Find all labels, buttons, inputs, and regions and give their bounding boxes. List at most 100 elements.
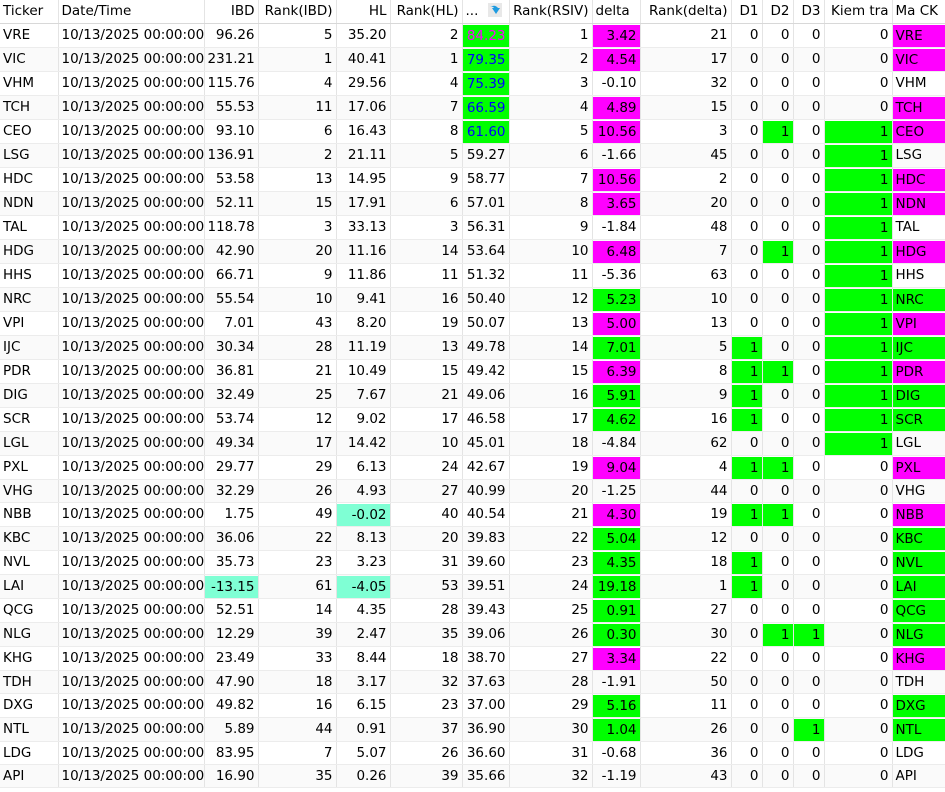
d3-cell[interactable]: 0 — [793, 383, 825, 408]
rank-ibd-cell[interactable]: 12 — [258, 407, 337, 432]
hl-cell[interactable]: 16.43 — [336, 119, 391, 144]
hl-cell[interactable]: 0.91 — [336, 717, 391, 742]
d2-cell[interactable]: 0 — [762, 311, 794, 336]
rank-delta-cell[interactable]: 3 — [640, 119, 732, 144]
rank-ibd-cell[interactable]: 20 — [258, 239, 337, 264]
datetime-cell[interactable]: 10/13/2025 00:00:00 — [58, 574, 205, 599]
d3-cell[interactable]: 0 — [793, 359, 825, 384]
ticker-cell[interactable]: PDR — [0, 359, 59, 384]
hl-cell[interactable]: 5.07 — [336, 741, 391, 765]
rank-delta-cell[interactable]: 11 — [640, 693, 732, 718]
delta-cell[interactable]: 10.56 — [592, 119, 641, 144]
d2-cell[interactable]: 0 — [762, 431, 794, 456]
ibd-cell[interactable]: 49.82 — [204, 693, 259, 718]
hl-cell[interactable]: 8.44 — [336, 646, 391, 671]
hl-cell[interactable]: 2.47 — [336, 622, 391, 647]
column-header-ma-ck[interactable]: Ma CK — [892, 0, 945, 24]
datetime-cell[interactable]: 10/13/2025 00:00:00 — [58, 191, 205, 216]
kiem-tra-cell[interactable]: 0 — [824, 455, 893, 480]
ibd-cell[interactable]: 7.01 — [204, 311, 259, 336]
rsiv-cell[interactable]: 75.39 — [462, 71, 510, 96]
rank-ibd-cell[interactable]: 7 — [258, 741, 337, 765]
kiem-tra-cell[interactable]: 1 — [824, 119, 893, 144]
hl-cell[interactable]: 6.15 — [336, 693, 391, 718]
rsiv-cell[interactable]: 79.35 — [462, 47, 510, 72]
column-header-datetime[interactable]: Date/Time — [58, 0, 205, 24]
d2-cell[interactable]: 1 — [762, 119, 794, 144]
rank-hl-cell[interactable]: 32 — [390, 670, 463, 694]
table-row[interactable]: LAI 10/13/2025 00:00:00 -13.15 61 -4.05 53 39.… — [0, 574, 945, 599]
delta-cell[interactable]: 1.04 — [592, 717, 641, 742]
d2-cell[interactable]: 0 — [762, 764, 794, 788]
rank-ibd-cell[interactable]: 10 — [258, 287, 337, 312]
rank-delta-cell[interactable]: 13 — [640, 311, 732, 336]
ibd-cell[interactable]: 55.53 — [204, 95, 259, 120]
kiem-tra-cell[interactable]: 1 — [824, 143, 893, 168]
rsiv-cell[interactable]: 45.01 — [462, 431, 510, 456]
rank-ibd-cell[interactable]: 35 — [258, 764, 337, 788]
kiem-tra-cell[interactable]: 0 — [824, 646, 893, 671]
rank-rsiv-cell[interactable]: 1 — [509, 23, 593, 48]
d1-cell[interactable]: 0 — [731, 670, 763, 694]
d1-cell[interactable]: 0 — [731, 693, 763, 718]
d1-cell[interactable]: 0 — [731, 71, 763, 96]
d2-cell[interactable]: 0 — [762, 47, 794, 72]
delta-cell[interactable]: 6.48 — [592, 239, 641, 264]
ibd-cell[interactable]: 53.58 — [204, 167, 259, 192]
datetime-cell[interactable]: 10/13/2025 00:00:00 — [58, 311, 205, 336]
rank-hl-cell[interactable]: 5 — [390, 143, 463, 168]
ma-ck-cell[interactable]: NLG — [892, 622, 945, 647]
d1-cell[interactable]: 0 — [731, 239, 763, 264]
kiem-tra-cell[interactable]: 1 — [824, 431, 893, 456]
rank-rsiv-cell[interactable]: 10 — [509, 239, 593, 264]
kiem-tra-cell[interactable]: 1 — [824, 335, 893, 360]
datetime-cell[interactable]: 10/13/2025 00:00:00 — [58, 764, 205, 788]
rank-rsiv-cell[interactable]: 20 — [509, 479, 593, 503]
d3-cell[interactable]: 0 — [793, 119, 825, 144]
rank-hl-cell[interactable]: 7 — [390, 95, 463, 120]
rsiv-cell[interactable]: 59.27 — [462, 143, 510, 168]
kiem-tra-cell[interactable]: 0 — [824, 71, 893, 96]
ticker-cell[interactable]: TCH — [0, 95, 59, 120]
rank-rsiv-cell[interactable]: 25 — [509, 598, 593, 623]
kiem-tra-cell[interactable]: 1 — [824, 191, 893, 216]
table-row[interactable]: TAL 10/13/2025 00:00:00 118.78 3 33.13 3 56.31… — [0, 215, 945, 240]
ticker-cell[interactable]: API — [0, 764, 59, 788]
datetime-cell[interactable]: 10/13/2025 00:00:00 — [58, 359, 205, 384]
kiem-tra-cell[interactable]: 0 — [824, 23, 893, 48]
column-header-rank-hl[interactable]: Rank(HL) — [390, 0, 463, 24]
kiem-tra-cell[interactable]: 0 — [824, 550, 893, 575]
datetime-cell[interactable]: 10/13/2025 00:00:00 — [58, 550, 205, 575]
column-header-ibd[interactable]: IBD — [204, 0, 259, 24]
rank-delta-cell[interactable]: 16 — [640, 407, 732, 432]
datetime-cell[interactable]: 10/13/2025 00:00:00 — [58, 526, 205, 551]
rank-hl-cell[interactable]: 19 — [390, 311, 463, 336]
rank-delta-cell[interactable]: 44 — [640, 479, 732, 503]
ma-ck-cell[interactable]: SCR — [892, 407, 945, 432]
ibd-cell[interactable]: 47.90 — [204, 670, 259, 694]
column-header-rank-ibd[interactable]: Rank(IBD) — [258, 0, 337, 24]
ibd-cell[interactable]: 23.49 — [204, 646, 259, 671]
ma-ck-cell[interactable]: IJC — [892, 335, 945, 360]
hl-cell[interactable]: 4.93 — [336, 479, 391, 503]
ibd-cell[interactable]: 53.74 — [204, 407, 259, 432]
rank-ibd-cell[interactable]: 49 — [258, 502, 337, 527]
rsiv-cell[interactable]: 49.42 — [462, 359, 510, 384]
delta-cell[interactable]: 5.04 — [592, 526, 641, 551]
d2-cell[interactable]: 1 — [762, 622, 794, 647]
rank-delta-cell[interactable]: 2 — [640, 167, 732, 192]
datetime-cell[interactable]: 10/13/2025 00:00:00 — [58, 693, 205, 718]
datetime-cell[interactable]: 10/13/2025 00:00:00 — [58, 741, 205, 765]
ma-ck-cell[interactable]: NDN — [892, 191, 945, 216]
ma-ck-cell[interactable]: HDG — [892, 239, 945, 264]
rank-ibd-cell[interactable]: 61 — [258, 574, 337, 599]
hl-cell[interactable]: -0.02 — [336, 502, 391, 527]
rank-rsiv-cell[interactable]: 30 — [509, 717, 593, 742]
d1-cell[interactable]: 0 — [731, 764, 763, 788]
d1-cell[interactable]: 0 — [731, 311, 763, 336]
rank-rsiv-cell[interactable]: 23 — [509, 550, 593, 575]
rank-ibd-cell[interactable]: 21 — [258, 359, 337, 384]
d3-cell[interactable]: 1 — [793, 717, 825, 742]
rank-ibd-cell[interactable]: 1 — [258, 47, 337, 72]
d3-cell[interactable]: 0 — [793, 239, 825, 264]
